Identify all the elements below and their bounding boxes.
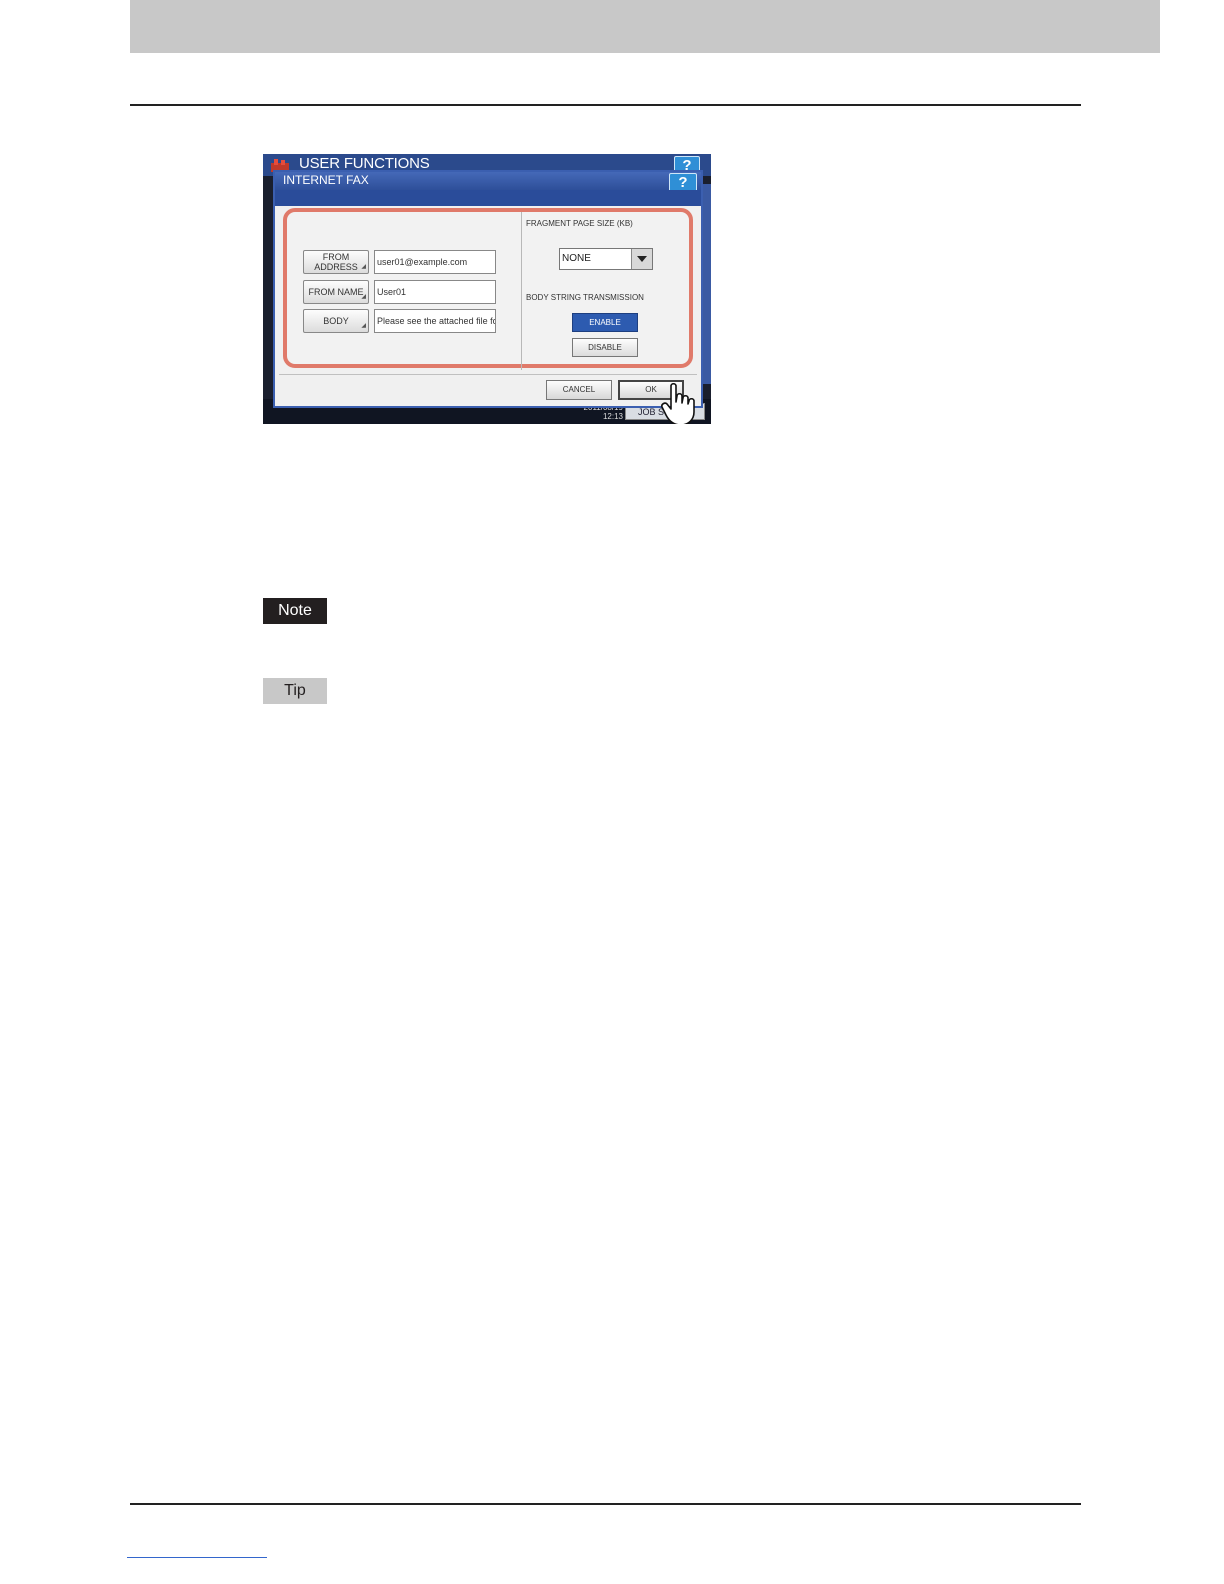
expand-corner-icon: ◢ <box>361 323 366 329</box>
fragment-page-size-value: NONE <box>562 253 591 264</box>
body-label: BODY <box>323 316 349 326</box>
tip-label: Tip <box>263 678 327 704</box>
fragment-page-size-label: FRAGMENT PAGE SIZE (KB) <box>526 219 633 228</box>
header-band <box>130 0 1160 53</box>
internet-fax-dialog: INTERNET FAX ? FROM ADDRESS ◢ user01@exa… <box>273 170 703 408</box>
from-address-button[interactable]: FROM ADDRESS ◢ <box>303 250 369 274</box>
expand-corner-icon: ◢ <box>361 294 366 300</box>
from-address-label-line1: FROM <box>322 252 350 262</box>
enable-button[interactable]: ENABLE <box>572 313 638 332</box>
footer-link-underline[interactable] <box>127 1557 267 1558</box>
from-name-field[interactable]: User01 <box>374 280 496 304</box>
clock-time: 12:13 <box>602 412 623 421</box>
body-button[interactable]: BODY ◢ <box>303 309 369 333</box>
from-address-label-line2: ADDRESS <box>314 262 358 272</box>
expand-corner-icon: ◢ <box>361 264 366 270</box>
cancel-button[interactable]: CANCEL <box>546 380 612 400</box>
dropdown-arrow-icon[interactable] <box>631 249 652 269</box>
background-right-strip <box>703 184 711 384</box>
disable-button[interactable]: DISABLE <box>572 338 638 357</box>
pointing-hand-icon <box>661 382 695 424</box>
top-rule <box>130 104 1081 106</box>
dialog-sub-bar <box>275 190 701 206</box>
from-name-label: FROM NAME <box>308 287 364 297</box>
from-address-field[interactable]: user01@example.com <box>374 250 496 274</box>
fragment-page-size-select[interactable]: NONE <box>559 248 653 270</box>
body-string-transmission-label: BODY STRING TRANSMISSION <box>526 293 644 302</box>
from-name-button[interactable]: FROM NAME ◢ <box>303 280 369 304</box>
bottom-rule <box>130 1503 1081 1505</box>
note-label: Note <box>263 598 327 624</box>
dialog-title-bar: INTERNET FAX ? <box>275 172 701 192</box>
dialog-title: INTERNET FAX <box>283 173 369 187</box>
body-field[interactable]: Please see the attached file fo <box>374 309 496 333</box>
panel-divider <box>521 212 522 370</box>
dialog-footer-divider <box>279 374 697 375</box>
device-screenshot: USER FUNCTIONS ? 2011/08/19 12:13 JOB S … <box>263 154 711 424</box>
